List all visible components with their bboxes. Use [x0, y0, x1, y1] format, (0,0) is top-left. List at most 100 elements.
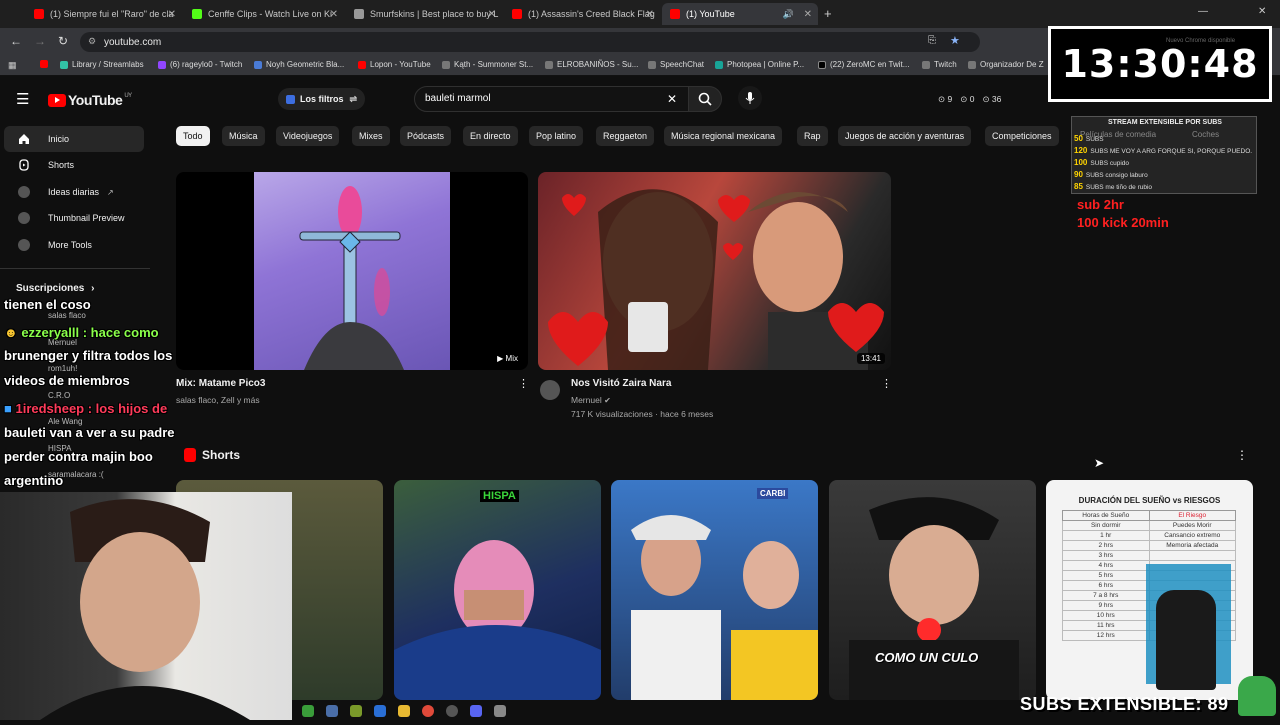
app-icon[interactable] — [302, 705, 314, 717]
table-row: 1 hr Cansancio extremo — [1062, 531, 1236, 541]
short-thumbnail[interactable]: COMO UN CULO — [829, 480, 1036, 700]
bookmark-label: (22) ZeroMC en Twit... — [830, 60, 910, 69]
chip-musica-regional[interactable]: Música regional mexicana — [664, 126, 783, 146]
chip-reggaeton[interactable]: Reggaeton — [596, 126, 655, 146]
filters-label: Los filtros — [300, 94, 344, 104]
subscription-item[interactable]: C.R.O — [48, 391, 70, 400]
counter-value: 9 — [947, 94, 953, 104]
chip-competiciones[interactable]: Competiciones — [985, 126, 1059, 146]
voice-search-button[interactable] — [738, 86, 762, 110]
bookmark-item[interactable]: ELROBANIÑOS - Su... — [545, 60, 638, 69]
bookmark-item[interactable]: Kąth - Summoner St... — [442, 60, 533, 69]
sub-goal-row: 120 SUBS ME VOY A ARG FORQUE SI, PORQUE P… — [1074, 146, 1252, 155]
sub-goal-number: 100 — [1074, 158, 1088, 167]
obs-icon[interactable] — [446, 705, 458, 717]
chip-videojuegos[interactable]: Videojuegos — [276, 126, 340, 146]
browser-tab[interactable]: (1) Assassin's Creed Black Flag ✕ — [504, 3, 660, 25]
tab-close-icon[interactable]: ✕ — [488, 9, 496, 20]
search-input[interactable]: bauleti marmol ✕ — [414, 86, 689, 112]
channel-avatar[interactable] — [540, 380, 560, 400]
sidebar-item-shorts[interactable]: Shorts — [4, 152, 144, 178]
bookmark-item[interactable]: (22) ZeroMC en Twit... — [818, 60, 909, 69]
bookmark-item[interactable]: Photopea | Online P... — [715, 60, 804, 69]
chip-todo[interactable]: Todo — [176, 126, 210, 146]
bookmark-item[interactable]: Lopon - YouTube — [358, 60, 431, 69]
app-icon[interactable] — [374, 705, 386, 717]
chip-rap[interactable]: Rap — [797, 126, 828, 146]
chip-musica[interactable]: Música — [222, 126, 265, 146]
address-bar[interactable]: ⚙ youtube.com ⎘ ★ — [80, 32, 980, 52]
more-options-icon[interactable]: ⋮ — [518, 377, 529, 390]
minimize-icon[interactable]: — — [1198, 6, 1208, 17]
video-thumbnail[interactable]: 13:41 — [538, 172, 891, 370]
tab-title: (1) Siempre fui el "Raro" de cla — [50, 9, 174, 19]
chip-pop-latino[interactable]: Pop latino — [529, 126, 584, 146]
app-icon[interactable] — [326, 705, 338, 717]
short-thumbnail[interactable]: CARBI — [611, 480, 818, 700]
menu-icon[interactable]: ☰ — [16, 90, 29, 108]
sidebar-item-more-tools[interactable]: More Tools — [4, 232, 144, 258]
channel-name[interactable]: Mernuel ✔ — [571, 395, 611, 405]
more-options-icon[interactable]: ⋮ — [881, 377, 892, 390]
browser-tab[interactable]: Cenffe Clips - Watch Live on Ki ✕ — [184, 3, 344, 25]
back-icon[interactable]: ← — [10, 34, 22, 48]
sidebar-divider — [0, 268, 150, 269]
search-button[interactable] — [688, 86, 722, 112]
sidebar-item-inicio[interactable]: Inicio — [4, 126, 144, 152]
short-thumbnail[interactable]: HISPA — [394, 480, 601, 700]
video-title[interactable]: Nos Visitó Zaira Nara — [571, 378, 671, 389]
bookmark-item[interactable]: Twitch — [922, 60, 957, 69]
app-icon[interactable] — [350, 705, 362, 717]
bookmark-label: Organizador De Z — [980, 60, 1044, 69]
chip-en-directo[interactable]: En directo — [463, 126, 518, 146]
tab-close-icon[interactable]: ✕ — [646, 9, 654, 20]
video-title[interactable]: Mix: Matame Pico3 — [176, 378, 265, 389]
bookmark-item[interactable]: Library / Streamlabs — [60, 60, 144, 69]
video-thumbnail[interactable]: ▶ Mix — [176, 172, 528, 370]
forward-icon[interactable]: → — [34, 34, 46, 48]
short-thumbnail[interactable]: DURACIÓN DEL SUEÑO vs RIESGOS Horas de S… — [1046, 480, 1253, 700]
table-cell: 1 hr — [1063, 531, 1150, 540]
streamlabs-favicon-icon — [60, 60, 68, 69]
globe-icon — [442, 60, 450, 69]
shorts-section-title: Shorts — [202, 448, 241, 462]
browser-tab[interactable]: Smurfskins | Best place to buy L ✕ — [346, 3, 502, 25]
subscription-item[interactable]: rom1uh! — [48, 364, 77, 373]
tab-close-icon[interactable]: ✕ — [330, 9, 338, 20]
new-tab-button[interactable]: + — [824, 6, 832, 21]
browser-tab-active[interactable]: (1) YouTube 🔊 ✕ — [662, 3, 818, 25]
chrome-icon[interactable] — [422, 705, 434, 717]
bookmark-item[interactable]: (6) rageylo0 - Twitch — [158, 60, 242, 69]
discord-icon[interactable] — [470, 705, 482, 717]
youtube-logo[interactable]: YouTube UY — [48, 92, 132, 108]
tab-close-icon[interactable]: ✕ — [168, 9, 176, 20]
tab-close-icon[interactable]: ✕ — [804, 9, 812, 20]
app-icon[interactable] — [494, 705, 506, 717]
bookmark-item[interactable]: Noyh Geometric Bla... — [254, 60, 344, 69]
more-options-icon[interactable]: ⋮ — [1236, 448, 1248, 462]
chat-line: argentino — [4, 473, 64, 488]
site-info-icon[interactable]: ⚙ — [88, 36, 96, 47]
clear-search-icon[interactable]: ✕ — [667, 92, 677, 106]
folder-icon[interactable] — [398, 705, 410, 717]
bookmark-item[interactable]: Organizador De Z — [968, 60, 1044, 69]
bookmark-star-icon[interactable]: ★ — [950, 34, 960, 47]
audio-icon[interactable]: 🔊 — [783, 9, 794, 20]
sidebar-item-ideas-diarias[interactable]: Ideas diarias ↗ — [4, 179, 144, 205]
chrome-update-badge[interactable]: Nuevo Chrome disponible — [1166, 38, 1235, 44]
apps-grid-icon[interactable]: ▦ — [8, 60, 17, 71]
subscription-item[interactable]: salas flaco — [48, 311, 86, 320]
chip-podcasts[interactable]: Pódcasts — [400, 126, 452, 146]
shorts-section-header: Shorts — [184, 448, 240, 462]
install-icon[interactable]: ⎘ — [928, 35, 936, 46]
browser-tab[interactable]: (1) Siempre fui el "Raro" de cla ✕ — [26, 3, 182, 25]
window-close-icon[interactable]: ✕ — [1258, 6, 1266, 17]
bookmark-item[interactable] — [40, 60, 52, 68]
bookmark-item[interactable]: SpeechChat — [648, 60, 704, 69]
subscriptions-header[interactable]: Suscripciones › — [16, 283, 94, 294]
chip-juegos-accion[interactable]: Juegos de acción y aventuras — [838, 126, 972, 146]
reload-icon[interactable]: ↻ — [58, 34, 68, 48]
filters-button[interactable]: Los filtros ⇌ — [278, 88, 366, 110]
sidebar-item-thumbnail-preview[interactable]: Thumbnail Preview — [4, 205, 144, 231]
chip-mixes[interactable]: Mixes — [352, 126, 390, 146]
